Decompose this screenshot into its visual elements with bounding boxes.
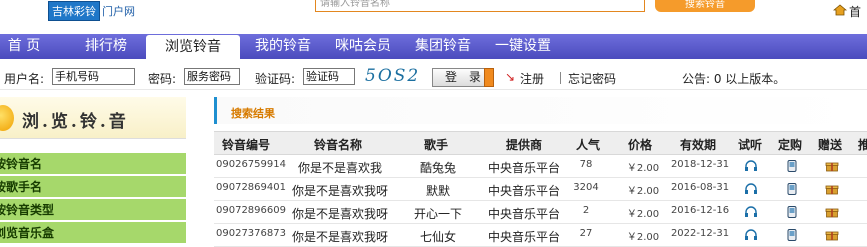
sidebar-item-by-type[interactable]: 按铃音类型 (0, 198, 186, 220)
cell-popularity: 27 (579, 228, 593, 239)
cell-expiry: 2022-12-31 (670, 228, 730, 239)
top-header: 吉林彩铃 门户网 请输入铃音名称 搜索铃音 首 (0, 0, 867, 27)
cell-singer: 开心一下 (413, 207, 462, 221)
password-label: 密码: (148, 72, 177, 86)
captcha-field[interactable]: 验证码 (303, 68, 355, 85)
cell-id: 09027376873 (216, 228, 286, 239)
cell-price: ￥2.00 (626, 209, 660, 220)
gift-icon[interactable] (825, 183, 839, 195)
login-button-accent (484, 68, 494, 87)
cell-singer: 酷兔兔 (419, 161, 456, 175)
col-order: 定购 (778, 138, 803, 152)
col-id: 铃音编号 (222, 138, 271, 152)
search-input[interactable]: 请输入铃音名称 (315, 0, 645, 12)
sidebar-item-by-name[interactable]: 按铃音名 (0, 152, 186, 174)
cell-id: 09026759914 (216, 159, 286, 170)
nav-one-click-setup[interactable]: 一键设置 (490, 34, 556, 59)
cell-popularity: 2 (582, 205, 590, 216)
password-field[interactable]: 服务密码 (184, 68, 240, 85)
cell-price: ￥2.00 (626, 186, 660, 197)
gift-icon[interactable] (825, 229, 839, 241)
cell-popularity: 78 (579, 159, 593, 170)
col-price: 价格 (628, 138, 653, 152)
sidebar-item-label: 浏览音乐盒 (0, 226, 55, 240)
captcha-image[interactable]: 5OS2 (365, 66, 420, 86)
table-row: 09072869401 你是不是喜欢我呀 默默 中央音乐平台 3204 ￥2.00 2016… (214, 178, 867, 201)
register-link[interactable]: 注册 (520, 70, 544, 87)
sidebar-item-label: 按歌手名 (0, 180, 43, 194)
col-gift: 赠送 (818, 138, 843, 152)
cell-expiry: 2018-12-31 (670, 159, 730, 170)
forgot-password-link[interactable]: 忘记密码 (568, 70, 616, 87)
phone-icon[interactable] (785, 229, 799, 241)
cell-name: 你是不是喜欢我呀 (291, 184, 388, 198)
cell-popularity: 3204 (573, 182, 599, 193)
nav-my-ringtones[interactable]: 我的铃音 (250, 34, 316, 59)
home-icon[interactable] (833, 4, 847, 16)
gift-icon[interactable] (825, 160, 839, 172)
cell-expiry: 2016-08-31 (670, 182, 730, 193)
results-header: 搜索结果 (214, 97, 867, 124)
cell-price: ￥2.00 (626, 163, 660, 174)
table-row: 09072896609 你是不是喜欢我呀 开心一下 中央音乐平台 2 ￥2.00 2016-… (214, 201, 867, 224)
sidebar-header: 浏.览.铃.音 (0, 97, 186, 139)
arrow-icon: ↘ (505, 70, 516, 84)
col-popularity: 人气 (576, 138, 601, 152)
cell-singer: 默默 (425, 184, 450, 198)
headphones-icon[interactable] (744, 160, 758, 172)
col-recommend: 推 (858, 138, 867, 152)
col-singer: 歌手 (424, 138, 449, 152)
table-row: 09026759914 你是不是喜欢我 酷兔兔 中央音乐平台 78 ￥2.00 2018-1… (214, 155, 867, 178)
username-field[interactable]: 手机号码 (52, 68, 135, 85)
sidebar-title: 浏.览.铃.音 (22, 112, 129, 132)
sidebar-item-label: 按铃音名 (0, 157, 43, 171)
search-button[interactable]: 搜索铃音 (655, 0, 755, 12)
login-bar: 用户名: 手机号码 密码: 服务密码 验证码: 验证码 5OS2 登 录 ↘ 注… (0, 64, 867, 90)
logo-suffix: 门户网 (102, 5, 135, 18)
nav-migu-member[interactable]: 咪咕会员 (330, 34, 396, 59)
cell-name: 你是不是喜欢我呀 (291, 230, 388, 244)
username-label: 用户名: (4, 72, 45, 86)
cell-provider: 中央音乐平台 (487, 184, 560, 198)
cell-provider: 中央音乐平台 (487, 230, 560, 244)
sidebar: 浏.览.铃.音 按铃音名 按歌手名 按铃音类型 浏览音乐盒 (0, 97, 186, 244)
home-link[interactable]: 首 (849, 3, 861, 20)
cell-provider: 中央音乐平台 (487, 207, 560, 221)
nav-home[interactable]: 首 页 (0, 34, 48, 59)
phone-icon[interactable] (785, 183, 799, 195)
col-name: 铃音名称 (314, 138, 363, 152)
headphones-icon[interactable] (744, 183, 758, 195)
nav-group-ringtones[interactable]: 集团铃音 (410, 34, 476, 59)
announcement: 公告: 0 以上版本。 (682, 72, 786, 86)
gift-icon[interactable] (825, 206, 839, 218)
site-logo[interactable]: 吉林彩铃 门户网 (48, 1, 135, 21)
results-title: 搜索结果 (231, 107, 275, 120)
sidebar-item-label: 按铃音类型 (0, 203, 55, 217)
col-provider: 提供商 (506, 138, 543, 152)
main-nav: 首 页 排行榜 浏览铃音 我的铃音 咪咕会员 集团铃音 一键设置 (0, 34, 867, 61)
headphones-icon[interactable] (744, 206, 758, 218)
phone-icon[interactable] (785, 160, 799, 172)
captcha-label: 验证码: (255, 72, 296, 86)
cell-id: 09072896609 (216, 205, 286, 216)
cell-price: ￥2.00 (626, 232, 660, 243)
sidebar-item-by-singer[interactable]: 按歌手名 (0, 175, 186, 197)
cell-singer: 七仙女 (419, 230, 456, 244)
table-header: 铃音编号 铃音名称 歌手 提供商 人气 价格 有效期 试听 定购 赠送 推 (214, 131, 867, 155)
cell-name: 你是不是喜欢我呀 (291, 207, 388, 221)
phone-icon[interactable] (785, 206, 799, 218)
bell-icon (0, 105, 14, 131)
cell-provider: 中央音乐平台 (487, 161, 560, 175)
col-expiry: 有效期 (680, 138, 717, 152)
nav-ranking[interactable]: 排行榜 (78, 34, 134, 59)
cell-id: 09072869401 (216, 182, 286, 193)
headphones-icon[interactable] (744, 229, 758, 241)
cell-name: 你是不是喜欢我 (297, 161, 382, 175)
divider (560, 72, 561, 84)
sidebar-item-music-box[interactable]: 浏览音乐盒 (0, 221, 186, 243)
logo-brand: 吉林彩铃 (48, 1, 100, 21)
nav-browse-ringtones[interactable]: 浏览铃音 (146, 35, 240, 61)
col-listen: 试听 (738, 138, 763, 152)
cell-expiry: 2016-12-16 (670, 205, 730, 216)
